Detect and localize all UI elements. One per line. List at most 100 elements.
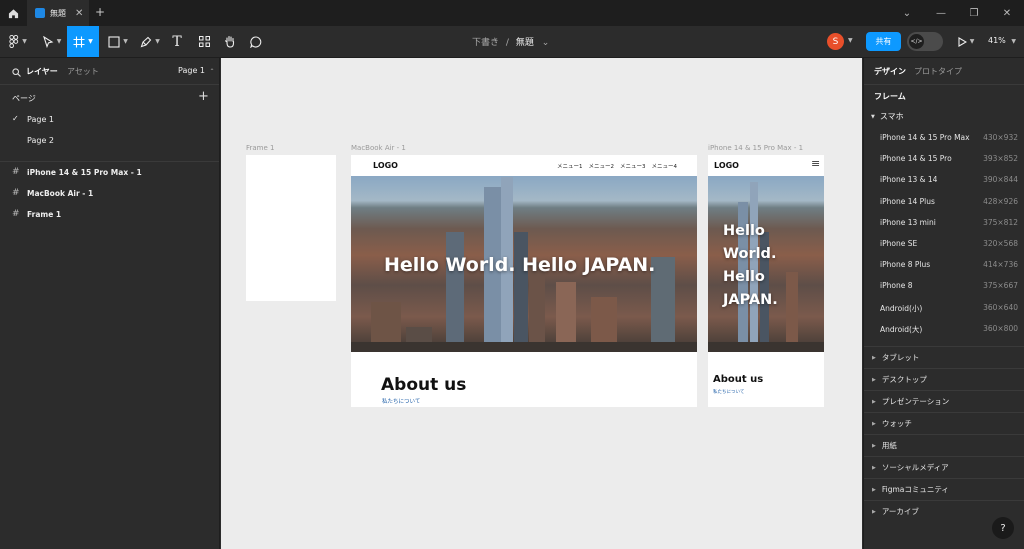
category-label: ウォッチ (881, 419, 912, 428)
page-selector-label: Page 1 (178, 66, 205, 75)
text-tool-button[interactable]: T (166, 26, 188, 57)
avatar[interactable]: S (827, 33, 844, 50)
frame1-label[interactable]: Frame 1 (246, 144, 275, 152)
tabs-dropdown-icon[interactable]: ⌄ (890, 0, 924, 26)
frame-category-item[interactable]: ▶ プレゼンテーション (864, 390, 1024, 412)
macbook-frame[interactable]: LOGO メニュー1 メニュー2 メニュー3 メニュー4 Hello World… (351, 155, 697, 407)
layer-label: Frame 1 (27, 209, 62, 219)
tab-assets[interactable]: アセット (67, 66, 99, 77)
search-icon[interactable] (12, 68, 21, 77)
frame-category-item[interactable]: ▶ Figmaコミュニティ (864, 478, 1024, 500)
category-label: タブレット (881, 353, 920, 362)
shape-tool-button[interactable]: ▼ (104, 26, 132, 57)
zoom-level[interactable]: 41% ▼ (988, 36, 1016, 45)
add-page-button[interactable]: + (198, 89, 209, 104)
page-item-1[interactable]: Page 1 (27, 115, 54, 124)
comment-icon (250, 35, 262, 48)
layer-row-macbook[interactable]: # MacBook Air - 1 (12, 188, 93, 198)
nav-menu-4: メニュー4 (651, 164, 678, 170)
category-label: デスクトップ (881, 375, 927, 384)
minimize-button[interactable]: — (924, 0, 958, 26)
window-close-button[interactable]: ✕ (990, 0, 1024, 26)
frame-preset-item[interactable]: iPhone 14 & 15 Pro 393×852 (864, 154, 1024, 168)
components-icon (198, 36, 210, 47)
frame-icon: # (12, 167, 20, 177)
frame-preset-item[interactable]: iPhone 14 & 15 Pro Max 430×932 (864, 133, 1024, 147)
tab-layers[interactable]: レイヤー (26, 66, 58, 77)
pen-tool-button[interactable]: ▼ (136, 26, 164, 57)
frame-preset-item[interactable]: iPhone 14 Plus 428×926 (864, 197, 1024, 211)
frame-section-header: フレーム (874, 92, 906, 101)
toolbar: ▼ ▼ ▼ ▼ ▼ T 下書き / 無題 ⌄ S ▼ 共有 </> ▼ 41% (0, 26, 1024, 58)
frame-category-item[interactable]: ▶ タブレット (864, 346, 1024, 368)
frame-preset-item[interactable]: Android(大) 360×800 (864, 324, 1024, 338)
frame-category-item[interactable]: ▶ 用紙 (864, 434, 1024, 456)
layer-row-frame1[interactable]: # Frame 1 (12, 209, 61, 219)
page-selector[interactable]: Page 1 ⌃ (178, 66, 215, 75)
share-button[interactable]: 共有 (866, 32, 901, 51)
preset-size: 430×932 (983, 133, 1018, 142)
frame-category-item[interactable]: ▶ ウォッチ (864, 412, 1024, 434)
macbook-frame-label[interactable]: MacBook Air - 1 (351, 144, 406, 152)
frame-icon: # (12, 209, 20, 219)
divider (0, 84, 219, 85)
frame-category-item[interactable]: ▶ ソーシャルメディア (864, 456, 1024, 478)
main-menu-button[interactable]: ▼ (6, 26, 30, 57)
page-item-2[interactable]: Page 2 (27, 136, 54, 145)
file-tab[interactable]: 無題 ✕ (27, 0, 89, 26)
frame-icon (73, 36, 85, 47)
frame-preset-item[interactable]: iPhone 13 mini 375×812 (864, 218, 1024, 232)
home-button[interactable] (0, 0, 27, 26)
preset-size: 414×736 (983, 260, 1018, 270)
layer-row-iphone[interactable]: # iPhone 14 & 15 Pro Max - 1 (12, 167, 142, 177)
close-tab-icon[interactable]: ✕ (75, 8, 83, 19)
check-icon: ✓ (12, 114, 19, 123)
collapsed-icon: ▶ (872, 508, 876, 515)
frame-preset-item[interactable]: iPhone SE 320×568 (864, 239, 1024, 253)
figma-logo-icon (9, 35, 19, 48)
comment-tool-button[interactable] (245, 26, 267, 57)
canvas[interactable]: Frame 1 MacBook Air - 1 LOGO メニュー1 メニュー2… (221, 58, 862, 549)
preset-name: iPhone 8 (880, 281, 913, 291)
draft-label[interactable]: 下書き (472, 38, 499, 48)
present-button[interactable]: ▼ (955, 26, 977, 57)
frame-preset-item[interactable]: Android(小) 360×640 (864, 303, 1024, 317)
preset-size: 360×800 (983, 323, 1018, 333)
hand-tool-button[interactable] (219, 26, 241, 57)
tab-design[interactable]: デザイン (874, 66, 906, 77)
preset-size: 360×640 (983, 302, 1018, 312)
frame-category-item[interactable]: ▶ デスクトップ (864, 368, 1024, 390)
document-title[interactable]: 下書き / 無題 ⌄ (472, 35, 549, 48)
macbook-nav: メニュー1 メニュー2 メニュー3 メニュー4 (557, 162, 677, 170)
restore-button[interactable]: ❐ (957, 0, 991, 26)
preset-name: Android(小) (880, 303, 923, 313)
hand-icon (224, 35, 235, 48)
move-tool-button[interactable]: ▼ (38, 26, 66, 57)
new-tab-button[interactable]: + (95, 5, 105, 19)
frame-tool-button[interactable]: ▼ (67, 26, 99, 57)
frame-preset-item[interactable]: iPhone 8 Plus 414×736 (864, 260, 1024, 274)
title-bar: 無題 ✕ + ⌄ — ❐ ✕ (0, 0, 1024, 26)
phone-group-header[interactable]: ▼ スマホ (871, 111, 904, 122)
code-icon: </> (909, 34, 924, 49)
file-name[interactable]: 無題 (516, 38, 534, 48)
chevron-down-icon: ▼ (123, 38, 128, 45)
chevron-down-icon[interactable]: ▼ (848, 37, 853, 44)
preset-size: 375×667 (983, 281, 1018, 291)
chevron-down-icon[interactable]: ⌄ (542, 38, 550, 48)
frame1[interactable] (246, 155, 336, 301)
category-label: ソーシャルメディア (881, 463, 949, 472)
preset-size: 320×568 (983, 239, 1018, 248)
frame-preset-item[interactable]: iPhone 8 375×667 (864, 281, 1024, 295)
chevron-down-icon: ▼ (22, 38, 27, 45)
frame-preset-item[interactable]: iPhone 13 & 14 390×844 (864, 175, 1024, 189)
iphone-frame-label[interactable]: iPhone 14 & 15 Pro Max - 1 (708, 144, 803, 152)
iphone-frame[interactable]: LOGO ≡ Hello World. Hello JAPAN. About u… (708, 155, 824, 407)
file-favicon-icon (35, 8, 45, 18)
dev-mode-toggle[interactable]: </> (907, 32, 943, 51)
preset-name: iPhone 14 Plus (880, 196, 935, 206)
tab-prototype[interactable]: プロトタイプ (914, 66, 962, 77)
resources-button[interactable] (193, 26, 215, 57)
cursor-icon (42, 35, 54, 48)
help-button[interactable]: ? (992, 517, 1014, 539)
